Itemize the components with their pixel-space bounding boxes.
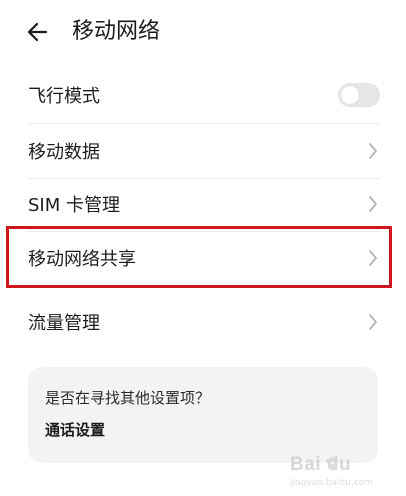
baidu-watermark: Bai du jingyan.baidu.com xyxy=(290,452,386,488)
airplane-mode-row[interactable]: 飞行模式 xyxy=(28,78,380,112)
airplane-mode-label: 飞行模式 xyxy=(28,86,100,107)
mobile-data-row[interactable]: 移动数据 xyxy=(28,134,380,168)
hotspot-row[interactable]: 移动网络共享 xyxy=(28,241,380,275)
chevron-right-icon xyxy=(366,194,380,214)
data-usage-row[interactable]: 流量管理 xyxy=(28,305,380,339)
suggestion-card: 是否在寻找其他设置项？ 通话设置 xyxy=(28,367,378,463)
call-settings-link[interactable]: 通话设置 xyxy=(45,419,105,440)
chevron-right-icon xyxy=(366,141,380,161)
airplane-mode-toggle[interactable] xyxy=(338,83,380,107)
arrow-left-icon xyxy=(27,22,48,42)
mobile-data-label: 移动数据 xyxy=(28,142,100,163)
page-title: 移动网络 xyxy=(72,19,161,44)
divider xyxy=(28,123,380,124)
chevron-right-icon xyxy=(366,248,380,268)
divider xyxy=(28,231,380,232)
divider xyxy=(28,178,380,179)
suggestion-question: 是否在寻找其他设置项？ xyxy=(45,389,211,407)
sim-management-row[interactable]: SIM 卡管理 xyxy=(28,187,380,221)
paw-icon xyxy=(326,457,338,471)
data-usage-label: 流量管理 xyxy=(28,313,100,334)
back-button[interactable] xyxy=(24,16,56,48)
hotspot-label: 移动网络共享 xyxy=(28,249,136,270)
watermark-text: Bai du xyxy=(290,454,352,475)
watermark-subtext: jingyan.baidu.com xyxy=(290,478,374,488)
toggle-knob xyxy=(341,86,359,104)
chevron-right-icon xyxy=(366,312,380,332)
sim-management-label: SIM 卡管理 xyxy=(28,195,120,216)
header: 移动网络 xyxy=(0,0,406,64)
